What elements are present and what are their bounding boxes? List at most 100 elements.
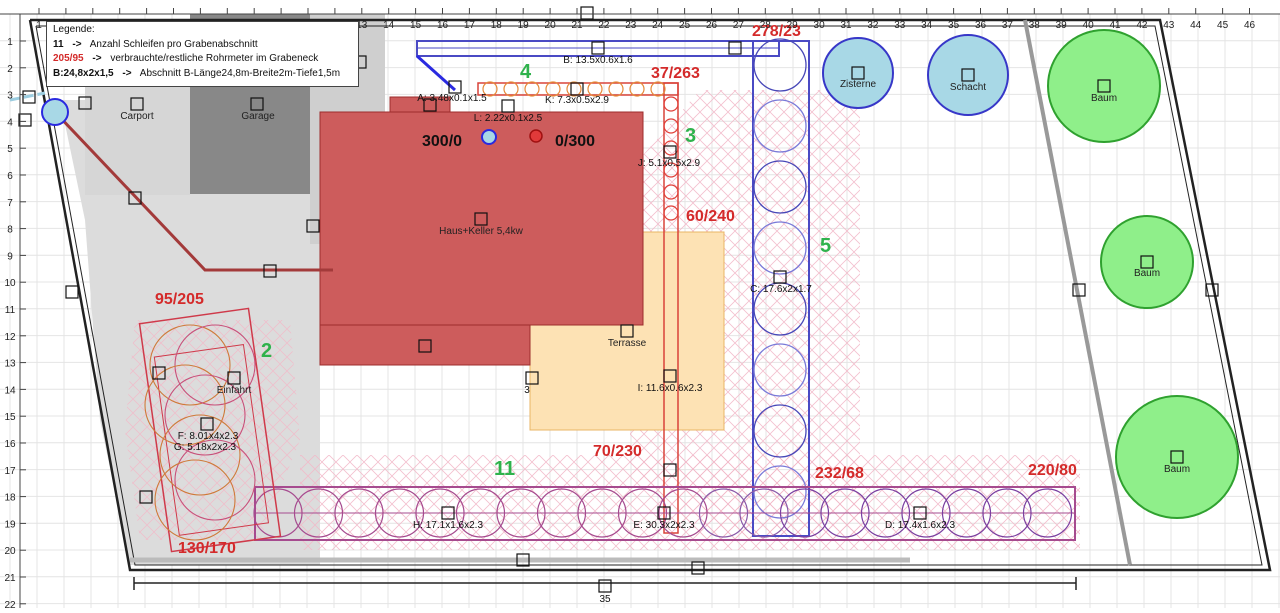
ruler-left-label: 11 — [5, 305, 16, 316]
trench-label-f: F: 8.01x4x2.3 — [178, 431, 239, 442]
legend-key-3: B:24,8x2x1,5 — [53, 67, 114, 79]
label-tree-2: Baum — [1134, 268, 1160, 279]
ruler-top-label: 43 — [1163, 20, 1175, 31]
label-carport: Carport — [120, 111, 154, 122]
ruler-top-label: 35 — [948, 20, 960, 31]
dimension-value: 35 — [599, 594, 611, 605]
meter-220-80: 220/80 — [1028, 462, 1077, 479]
tree-3[interactable] — [1115, 395, 1239, 519]
ruler-top-label: 27 — [733, 20, 745, 31]
ruler-left-label: 19 — [4, 519, 16, 530]
trench-label-i: I: 11.6x0.6x2.3 — [638, 383, 703, 394]
legend-text-3: Abschnitt B-Länge24,8m-Breite2m-Tiefe1,5… — [139, 67, 341, 79]
ruler-left-label: 7 — [7, 198, 13, 209]
ruler-left-label: 2 — [7, 64, 13, 75]
ruler-top-label: 18 — [491, 20, 503, 31]
ruler-top-label: 39 — [1056, 20, 1068, 31]
cistern[interactable] — [822, 37, 894, 109]
ruler-top-label: 26 — [706, 20, 718, 31]
trench-label-l: L: 2.22x0.1x2.5 — [474, 113, 543, 124]
ruler-top-label: 1 — [36, 20, 42, 31]
tree-2[interactable] — [1100, 215, 1194, 309]
ruler-left-label: 6 — [7, 171, 13, 182]
ruler-left-label: 8 — [7, 225, 13, 236]
trench-label-stray: 3 — [524, 385, 530, 396]
ruler-top-label: 34 — [921, 20, 933, 31]
ruler-top-label: 20 — [545, 20, 557, 31]
ruler-left-label: 17 — [4, 466, 16, 477]
meter-232-68: 232/68 — [815, 465, 864, 482]
label-garage: Garage — [241, 111, 275, 122]
loop-count-4: 4 — [520, 61, 532, 83]
pipe-start-icon — [41, 98, 69, 126]
ruler-top-label: 44 — [1190, 20, 1202, 31]
ruler-left-label: 9 — [7, 251, 13, 262]
ruler-top-label: 16 — [437, 20, 449, 31]
ruler-left-label: 15 — [4, 412, 16, 423]
meter-95-205: 95/205 — [155, 291, 204, 308]
connector-red-icon — [529, 129, 543, 143]
legend-text-2: verbrauchte/restliche Rohrmeter im Grabe… — [110, 53, 319, 64]
ruler-top-label: 30 — [814, 20, 826, 31]
trench-label-d: D: 17.4x1.6x2.3 — [885, 520, 955, 531]
plan-svg: 35 Carport Garage Haus+Keller 5,4kw Terr… — [0, 6, 1280, 611]
shaft[interactable] — [927, 34, 1009, 116]
ruler-top-label: 33 — [894, 20, 906, 31]
ruler-top-label: 15 — [410, 20, 422, 31]
ruler-top-label: 41 — [1109, 20, 1121, 31]
loop-j — [663, 96, 679, 112]
connector-blue-icon — [481, 129, 497, 145]
ruler-left-label: 21 — [4, 573, 16, 584]
ruler-top-label: 37 — [1002, 20, 1014, 31]
ruler-top-label: 46 — [1244, 20, 1256, 31]
ruler-top-label: 36 — [975, 20, 987, 31]
loop-count-2: 2 — [261, 340, 272, 362]
ruler-left-label: 18 — [4, 493, 16, 504]
trench-label-h: H: 17.1x1.6x2.3 — [413, 520, 483, 531]
ruler-top-label: 38 — [1029, 20, 1041, 31]
ruler-left-label: 22 — [4, 600, 16, 608]
legend-text-1: Anzahl Schleifen pro Grabenabschnitt — [89, 38, 258, 50]
meter-300-0: 300/0 — [422, 133, 462, 150]
label-tree-1: Baum — [1091, 93, 1117, 104]
loop-count-11: 11 — [494, 458, 515, 480]
floor-plan-canvas[interactable]: 35 Carport Garage Haus+Keller 5,4kw Terr… — [0, 0, 1280, 611]
ruler-left-label: 10 — [4, 278, 16, 289]
ruler-top-label: 42 — [1136, 20, 1148, 31]
ruler-top-label: 19 — [518, 20, 530, 31]
legend-arrow-1: -> — [72, 38, 82, 50]
ruler-top-label: 23 — [625, 20, 637, 31]
tree-1[interactable] — [1047, 29, 1161, 143]
ruler-top-label: 22 — [598, 20, 610, 31]
handle-square — [65, 285, 79, 299]
legend-key-1: 11 — [53, 38, 64, 50]
meter-130-170: 130/170 — [178, 540, 236, 557]
trench-label-j: J: 5.1x0.5x2.9 — [638, 158, 701, 169]
ruler-top-label: 29 — [787, 20, 799, 31]
trench-label-k: K: 7.3x0.5x2.9 — [545, 95, 609, 106]
trench-label-e: E: 30.3x2x2.3 — [633, 520, 695, 531]
label-cistern: Zisterne — [840, 79, 877, 90]
ruler-left-label: 13 — [4, 359, 16, 370]
label-house: Haus+Keller 5,4kw — [439, 226, 523, 237]
legend-row-1: 11 -> Anzahl Schleifen pro Grabenabschni… — [53, 38, 352, 53]
handle-square — [580, 6, 594, 20]
legend-key-2: 205/95 — [53, 53, 84, 64]
legend-box[interactable]: Legende: 11 -> Anzahl Schleifen pro Grab… — [46, 21, 359, 87]
trench-label-g: G: 5.18x2x2.3 — [174, 442, 237, 453]
trench-label-c: C: 17.6x2x1.7 — [750, 284, 812, 295]
ruler-left-label: 1 — [7, 37, 13, 48]
label-shaft: Schacht — [950, 82, 986, 93]
ruler-left-label: 14 — [4, 385, 16, 396]
dimension-line: 35 — [133, 577, 1077, 605]
handle-square — [598, 579, 612, 593]
ruler-left-label: 20 — [4, 546, 16, 557]
meter-70-230: 70/230 — [593, 443, 642, 460]
meter-37-263: 37/263 — [651, 65, 700, 82]
ruler-left-label: 5 — [7, 144, 13, 155]
ruler-top-label: 28 — [760, 20, 772, 31]
ruler-top-label: 21 — [571, 20, 583, 31]
trench-label-a: A: 3.48x0.1x1.5 — [417, 93, 487, 104]
label-terrace: Terrasse — [608, 338, 647, 349]
ruler-left-label: 12 — [4, 332, 16, 343]
